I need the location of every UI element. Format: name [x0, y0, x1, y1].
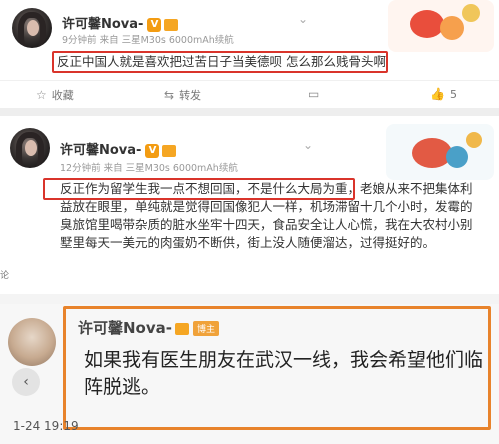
verified-badge-icon: V — [147, 17, 162, 32]
comment-time: 1-24 19:19 — [13, 419, 79, 433]
author-badge: 博主 — [193, 321, 220, 336]
avatar[interactable] — [8, 318, 56, 366]
author-name-text: 许可馨Nova- — [62, 17, 144, 32]
verified-badge-icon: V — [145, 143, 160, 158]
like-count: 5 — [449, 88, 457, 101]
avatar[interactable] — [10, 128, 50, 168]
favorite-label: 收藏 — [51, 89, 74, 102]
post-1: 许可馨Nova- V 9分钟前 来自 三星M30s 6000mAh续航 ⌄ 反正中… — [0, 0, 499, 108]
post-meta: 9分钟前 来自 三星M30s 6000mAh续航 — [62, 35, 234, 46]
separator — [0, 294, 499, 304]
edge-text: 论 — [0, 271, 10, 281]
member-crown-icon — [164, 18, 179, 31]
post-3: ‹ 许可馨Nova- 博主 如果我有医生朋友在武汉一线，我会希望他们临阵脱逃。 1… — [0, 304, 499, 444]
author-name-text: 许可馨Nova- — [78, 319, 172, 337]
chevron-down-icon[interactable]: ⌄ — [303, 138, 313, 152]
repost-icon: ⇆ — [164, 88, 175, 102]
comment-icon: ▭ — [308, 87, 320, 101]
decorative-banner — [388, 0, 494, 52]
member-crown-icon — [162, 144, 177, 157]
highlight-box: 许可馨Nova- 博主 如果我有医生朋友在武汉一线，我会希望他们临阵脱逃。 — [63, 306, 491, 430]
favorite-button[interactable]: ☆ 收藏 — [36, 87, 74, 103]
comment-text: 如果我有医生朋友在武汉一线，我会希望他们临阵脱逃。 — [84, 349, 484, 398]
repost-button[interactable]: ⇆ 转发 — [164, 87, 201, 103]
like-button[interactable]: 👍 5 — [430, 87, 457, 101]
star-icon: ☆ — [36, 88, 47, 102]
decorative-banner — [386, 124, 494, 180]
post-meta: 12分钟前 来自 三星M30s 6000mAh续航 — [60, 163, 238, 174]
post-text-rest: 在眼里，单纯就是觉得回国像犯人一样，机场滞留十几个小时，发霉的臭旅馆里喝带杂质的… — [60, 199, 473, 250]
member-crown-icon — [175, 322, 189, 335]
post-2: 许可馨Nova- V 12分钟前 来自 三星M30s 6000mAh续航 ⌄ 反正… — [0, 116, 499, 294]
avatar[interactable] — [12, 8, 52, 48]
separator — [0, 108, 499, 116]
back-arrow-button[interactable]: ‹ — [12, 368, 40, 396]
repost-label: 转发 — [179, 89, 202, 102]
thumbs-up-icon: 👍 — [430, 87, 445, 101]
post-text-highlighted: 反正作为留学生我一点不想回国，不是什么大局为重， — [60, 181, 361, 196]
action-bar: ☆ 收藏 ⇆ 转发 ▭ 👍 5 — [0, 80, 499, 110]
post-text: 反正作为留学生我一点不想回国，不是什么大局为重，老娘从来不把集体利益放在眼里，单… — [60, 180, 480, 252]
chevron-down-icon[interactable]: ⌄ — [298, 12, 308, 26]
post-text: 反正中国人就是喜欢把过苦日子当美德呗 怎么那么贱骨头啊 — [57, 54, 386, 69]
author-name[interactable]: 许可馨Nova- V — [62, 13, 179, 32]
author-name[interactable]: 许可馨Nova- V — [60, 139, 177, 158]
comment-button[interactable]: ▭ — [308, 87, 324, 101]
author-name[interactable]: 许可馨Nova- 博主 — [78, 317, 220, 338]
author-name-text: 许可馨Nova- — [60, 143, 142, 158]
